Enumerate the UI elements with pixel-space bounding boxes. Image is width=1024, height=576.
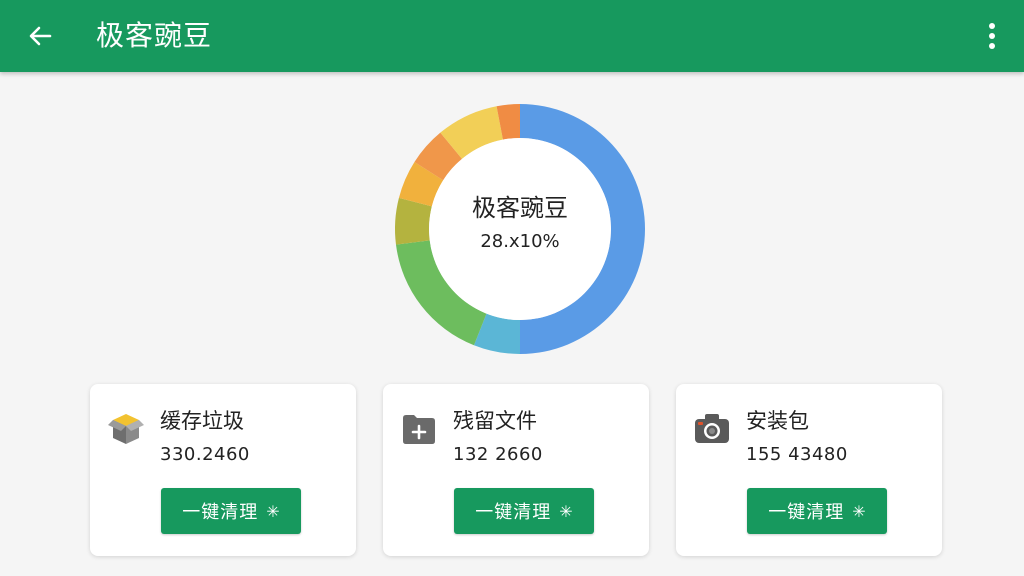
clean-residual-button[interactable]: 一键清理 ✳ bbox=[454, 488, 594, 534]
page-title: 极客豌豆 bbox=[96, 19, 213, 52]
button-label: 一键清理 bbox=[475, 502, 552, 523]
folder-plus-icon bbox=[403, 415, 435, 444]
app-bar: 极客豌豆 bbox=[0, 0, 1024, 72]
button-label: 一键清理 bbox=[182, 502, 259, 523]
card-title: 残留文件 bbox=[453, 409, 537, 433]
card-cache-junk: 缓存垃圾 330.2460 一键清理 ✳ bbox=[90, 384, 356, 556]
card-install-packages: 安装包 155 43480 一键清理 ✳ bbox=[676, 384, 942, 556]
clean-packages-button[interactable]: 一键清理 ✳ bbox=[747, 488, 887, 534]
card-size: 155 43480 bbox=[746, 444, 848, 465]
button-label: 一键清理 bbox=[768, 502, 845, 523]
donut-hole bbox=[429, 138, 611, 320]
card-title: 安装包 bbox=[746, 409, 809, 433]
card-size: 132 2660 bbox=[453, 444, 543, 465]
sparkle-icon: ✳ bbox=[266, 501, 280, 521]
arrow-left-icon bbox=[29, 26, 52, 46]
sparkle-icon: ✳ bbox=[852, 501, 866, 521]
storage-donut-chart: 极客豌豆 28.x10% bbox=[389, 104, 651, 354]
card-title: 缓存垃圾 bbox=[160, 409, 244, 433]
back-button[interactable] bbox=[18, 16, 62, 56]
camera-icon bbox=[695, 414, 729, 443]
card-residual-files: 残留文件 132 2660 一键清理 ✳ bbox=[383, 384, 649, 556]
open-box-icon bbox=[108, 414, 144, 444]
card-size: 330.2460 bbox=[160, 444, 250, 465]
clean-cache-button[interactable]: 一键清理 ✳ bbox=[161, 488, 301, 534]
more-vertical-icon bbox=[989, 23, 995, 49]
donut-chart-svg bbox=[395, 104, 645, 354]
sparkle-icon: ✳ bbox=[559, 501, 573, 521]
more-options-button[interactable] bbox=[980, 14, 1004, 58]
